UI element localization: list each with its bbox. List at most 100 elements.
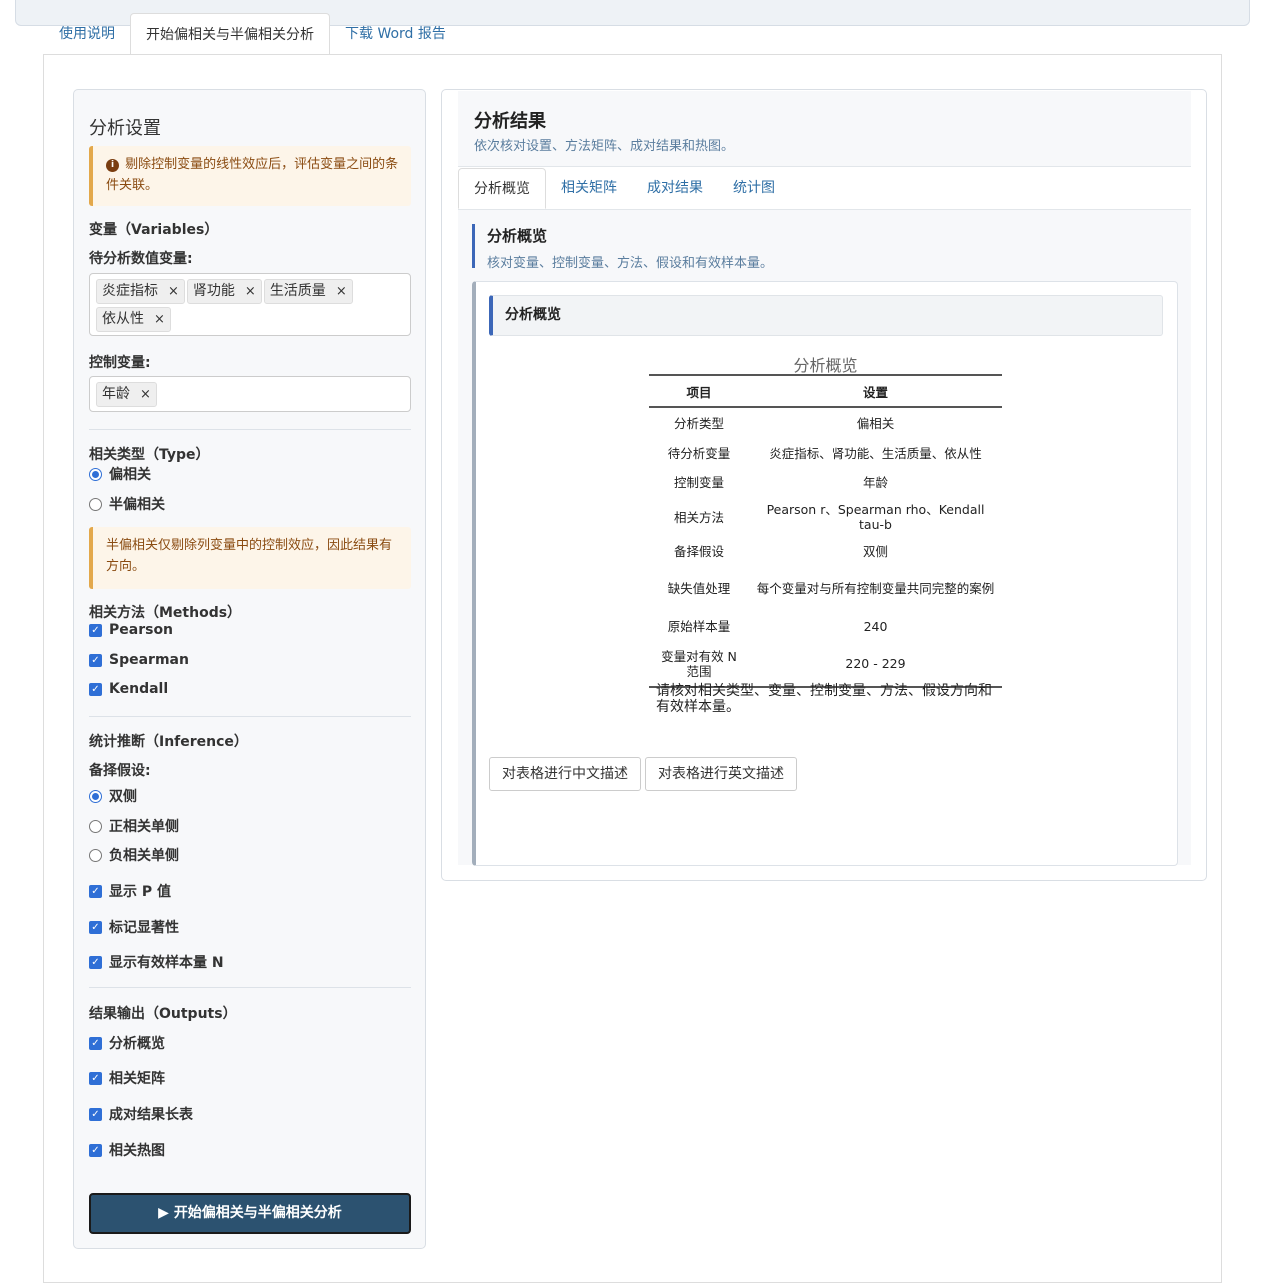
alt-option-two-sided[interactable]: 双侧 — [89, 786, 137, 806]
overview-table: 项目 设置 分析类型 偏相关 待分析变量 炎症指标、肾功能、生活质量、依从性 控制变… — [649, 374, 1002, 688]
var-chip: 肾功能 × — [186, 279, 262, 304]
var-chip: 年龄 × — [96, 382, 157, 407]
tab-plots[interactable]: 统计图 — [718, 168, 790, 209]
tab-overview[interactable]: 分析概览 — [458, 168, 546, 209]
table-caption: 分析概览 — [793, 356, 858, 375]
checkbox-icon[interactable]: ✓ — [89, 1036, 102, 1050]
alt-option-less[interactable]: 负相关单侧 — [89, 845, 179, 865]
check-mark-significance[interactable]: ✓ 标记显著性 — [89, 917, 179, 937]
type-option-partial[interactable]: 偏相关 — [89, 464, 151, 484]
check-show-n[interactable]: ✓ 显示有效样本量 N — [89, 952, 224, 972]
table-header-row: 项目 设置 — [649, 374, 1002, 408]
remove-icon[interactable]: × — [245, 284, 256, 299]
methods-section-title: 相关方法（Methods） — [89, 605, 242, 621]
checkbox-icon[interactable]: ✓ — [89, 653, 102, 667]
table-note: 请核对相关类型、变量、控制变量、方法、假设方向和有效样本量。 — [656, 683, 992, 715]
radio-icon[interactable] — [89, 497, 102, 511]
var-chip-label: 肾功能 — [192, 283, 235, 299]
remove-icon[interactable]: × — [154, 312, 165, 327]
table-row: 待分析变量 炎症指标、肾功能、生活质量、依从性 — [667, 446, 982, 461]
top-tabs: 使用说明 开始偏相关与半偏相关分析 下载 Word 报告 — [44, 13, 461, 55]
control-vars-select[interactable]: 年龄 × — [89, 376, 411, 412]
output-heatmap[interactable]: ✓ 相关热图 — [89, 1140, 165, 1160]
tab-matrix[interactable]: 相关矩阵 — [546, 168, 632, 209]
overview-title: 分析概览 — [487, 227, 548, 245]
output-matrix[interactable]: ✓ 相关矩阵 — [89, 1068, 165, 1088]
method-pearson[interactable]: ✓ Pearson — [89, 622, 173, 638]
output-long-table[interactable]: ✓ 成对结果长表 — [89, 1104, 193, 1124]
type-section-title: 相关类型（Type） — [89, 447, 210, 463]
var-chip: 炎症指标 × — [96, 279, 185, 304]
results-subtitle: 依次核对设置、方法矩阵、成对结果和热图。 — [474, 139, 735, 154]
checkbox-icon[interactable]: ✓ — [89, 955, 102, 969]
table-row: 变量对有效 N 范围 220 - 229 — [649, 641, 1002, 688]
divider — [89, 716, 411, 717]
table-row: 相关方法 Pearson r、Spearman rho、Kendall tau-b — [673, 502, 985, 532]
settings-sidebar: 分析设置 i 剔除控制变量的线性效应后，评估变量之间的条件关联。 变量（Vari… — [73, 89, 426, 1249]
sidebar-title: 分析设置 — [89, 118, 161, 139]
var-chip: 依从性 × — [96, 307, 171, 332]
overview-header: 分析概览 核对变量、控制变量、方法、假设和有效样本量。 — [472, 224, 774, 271]
radio-icon[interactable] — [89, 789, 102, 803]
type-option-semipartial[interactable]: 半偏相关 — [89, 494, 165, 514]
variables-section-title: 变量（Variables） — [89, 222, 219, 238]
var-chip-label: 生活质量 — [269, 283, 326, 299]
checkbox-icon[interactable]: ✓ — [89, 1071, 102, 1085]
checkbox-icon[interactable]: ✓ — [89, 623, 102, 637]
describe-cn-button[interactable]: 对表格进行中文描述 — [489, 757, 641, 791]
checkbox-icon[interactable]: ✓ — [89, 884, 102, 898]
table-row: 控制变量 年龄 — [673, 475, 888, 490]
radio-icon[interactable] — [89, 848, 102, 862]
check-show-p[interactable]: ✓ 显示 P 值 — [89, 881, 171, 901]
tab-pairwise[interactable]: 成对结果 — [632, 168, 718, 209]
checkbox-icon[interactable]: ✓ — [89, 1143, 102, 1157]
overview-subtitle: 核对变量、控制变量、方法、假设和有效样本量。 — [487, 256, 774, 271]
table-row: 原始样本量 240 — [667, 618, 888, 634]
describe-en-button[interactable]: 对表格进行英文描述 — [645, 757, 797, 791]
overview-pane: 分析概览 核对变量、控制变量、方法、假设和有效样本量。 分析概览 分析概览 项目… — [458, 210, 1191, 866]
remove-icon[interactable]: × — [336, 284, 347, 299]
results-title: 分析结果 — [474, 111, 546, 132]
var-chip-label: 年龄 — [102, 386, 130, 402]
tab-start-analysis[interactable]: 开始偏相关与半偏相关分析 — [130, 13, 330, 55]
checkbox-icon[interactable]: ✓ — [89, 920, 102, 934]
results-tabs: 分析概览 相关矩阵 成对结果 统计图 — [458, 168, 1191, 210]
inference-section-title: 统计推断（Inference） — [89, 734, 248, 750]
var-chip-label: 炎症指标 — [102, 283, 158, 299]
results-header: 分析结果 依次核对设置、方法矩阵、成对结果和热图。 — [458, 91, 1191, 167]
card-title: 分析概览 — [489, 295, 1163, 336]
analysis-vars-label: 待分析数值变量: — [89, 251, 193, 267]
remove-icon[interactable]: × — [140, 387, 151, 402]
run-analysis-button[interactable]: ▶ 开始偏相关与半偏相关分析 — [89, 1193, 411, 1234]
outputs-section-title: 结果输出（Outputs） — [89, 1006, 237, 1022]
semipartial-note: 半偏相关仅剔除列变量中的控制效应，因此结果有方向。 — [89, 527, 411, 589]
alternative-label: 备择假设: — [89, 763, 151, 779]
var-chip: 生活质量 × — [263, 279, 353, 304]
table-row: 备择假设 双侧 — [673, 544, 888, 559]
checkbox-icon[interactable]: ✓ — [89, 1107, 102, 1121]
intro-note-text: 剔除控制变量的线性效应后，评估变量之间的条件关联。 — [106, 157, 399, 193]
table-row: 缺失值处理 每个变量对与所有控制变量共同完整的案例 — [667, 581, 995, 596]
tab-download-word[interactable]: 下载 Word 报告 — [330, 13, 461, 55]
alt-option-greater[interactable]: 正相关单侧 — [89, 816, 179, 836]
divider — [89, 429, 411, 430]
table-header: 设置 — [749, 374, 1002, 408]
analysis-vars-select[interactable]: 炎症指标 × 肾功能 × 生活质量 × 依从性 × — [89, 273, 411, 336]
info-icon: i — [106, 159, 119, 172]
method-spearman[interactable]: ✓ Spearman — [89, 652, 189, 668]
intro-note: i 剔除控制变量的线性效应后，评估变量之间的条件关联。 — [89, 146, 411, 206]
table-row: 分析类型 偏相关 — [673, 416, 895, 431]
table-header: 项目 — [649, 374, 749, 408]
divider — [89, 987, 411, 988]
var-chip-label: 依从性 — [102, 311, 144, 327]
radio-icon[interactable] — [89, 467, 102, 481]
tab-instructions[interactable]: 使用说明 — [44, 13, 130, 55]
checkbox-icon[interactable]: ✓ — [89, 682, 102, 696]
method-kendall[interactable]: ✓ Kendall — [89, 681, 168, 697]
radio-icon[interactable] — [89, 819, 102, 833]
control-vars-label: 控制变量: — [89, 355, 151, 371]
overview-card: 分析概览 分析概览 项目 设置 分析类型 偏相关 待分析变量 炎症指标、肾功能、生活… — [472, 281, 1178, 866]
output-overview[interactable]: ✓ 分析概览 — [89, 1033, 165, 1053]
results-panel: 分析结果 依次核对设置、方法矩阵、成对结果和热图。 分析概览 相关矩阵 成对结果… — [441, 89, 1207, 881]
remove-icon[interactable]: × — [168, 284, 179, 299]
